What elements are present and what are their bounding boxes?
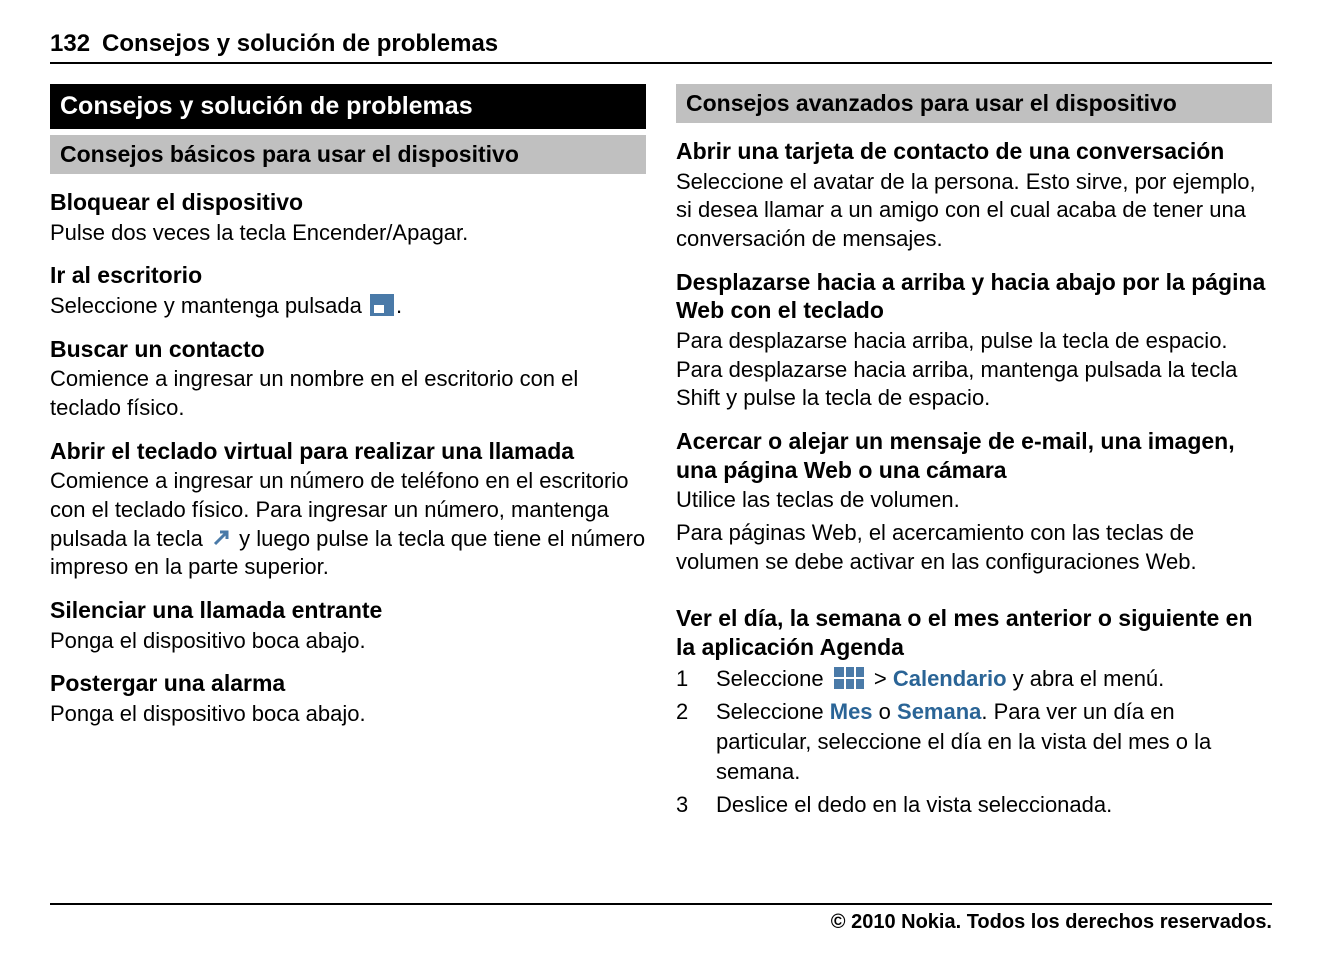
agenda-step-3: Deslice el dedo en la vista seleccionada… [676,790,1272,820]
left-column: Consejos y solución de problemas Consejo… [50,84,646,903]
page-number: 132 [50,30,90,58]
step1-sep: > [868,666,893,691]
step1-post: y abra el menú. [1007,666,1165,691]
heading-search-contact: Buscar un contacto [50,335,646,364]
right-column: Consejos avanzados para usar el disposit… [676,84,1272,903]
text-scroll-web: Para desplazarse hacia arriba, pulse la … [676,327,1272,413]
agenda-step-2: Seleccione Mes o Semana. Para ver un día… [676,697,1272,786]
calendar-link[interactable]: Calendario [893,666,1007,691]
step2-o: o [873,699,897,724]
text-zoom-1: Utilice las teclas de volumen. [676,486,1272,515]
text-snooze-alarm: Ponga el dispositivo boca abajo. [50,700,646,729]
content-area: Consejos y solución de problemas Consejo… [50,84,1272,903]
heading-zoom: Acercar o alejar un mensaje de e-mail, u… [676,427,1272,485]
text-go-desktop: Seleccione y mantenga pulsada . [50,292,646,321]
heading-virtual-keypad: Abrir el teclado virtual para realizar u… [50,437,646,466]
apps-grid-icon [834,667,864,689]
heading-agenda-nav: Ver el día, la semana o el mes anterior … [676,604,1272,662]
heading-open-contact-card: Abrir una tarjeta de contacto de una con… [676,137,1272,166]
text-zoom-2: Para páginas Web, el acercamiento con la… [676,519,1272,576]
heading-go-desktop: Ir al escritorio [50,261,646,290]
text-silence-call: Ponga el dispositivo boca abajo. [50,627,646,656]
page-header: 132 Consejos y solución de problemas [50,30,1272,64]
footer-copyright: © 2010 Nokia. Todos los derechos reserva… [50,903,1272,934]
week-link[interactable]: Semana [897,699,981,724]
header-title: Consejos y solución de problemas [102,30,498,58]
page: 132 Consejos y solución de problemas Con… [0,0,1322,954]
arrow-up-right-icon [211,528,231,548]
step1-pre: Seleccione [716,666,830,691]
heading-silence-call: Silenciar una llamada entrante [50,596,646,625]
subsection-title-left: Consejos básicos para usar el dispositiv… [50,135,646,174]
agenda-steps: Seleccione > Calendario y abra el menú. … [676,664,1272,820]
text-go-desktop-pre: Seleccione y mantenga pulsada [50,293,368,318]
text-go-desktop-post: . [396,293,402,318]
agenda-step-1: Seleccione > Calendario y abra el menú. [676,664,1272,694]
text-virtual-keypad: Comience a ingresar un número de teléfon… [50,467,646,581]
subsection-title-right: Consejos avanzados para usar el disposit… [676,84,1272,123]
text-open-contact-card: Seleccione el avatar de la persona. Esto… [676,168,1272,254]
heading-scroll-web: Desplazarse hacia a arriba y hacia abajo… [676,268,1272,326]
heading-snooze-alarm: Postergar una alarma [50,669,646,698]
text-search-contact: Comience a ingresar un nombre en el escr… [50,365,646,422]
step2-pre: Seleccione [716,699,830,724]
month-link[interactable]: Mes [830,699,873,724]
text-lock-device: Pulse dos veces la tecla Encender/Apagar… [50,219,646,248]
home-icon [370,294,394,316]
heading-lock-device: Bloquear el dispositivo [50,188,646,217]
chapter-title: Consejos y solución de problemas [50,84,646,129]
